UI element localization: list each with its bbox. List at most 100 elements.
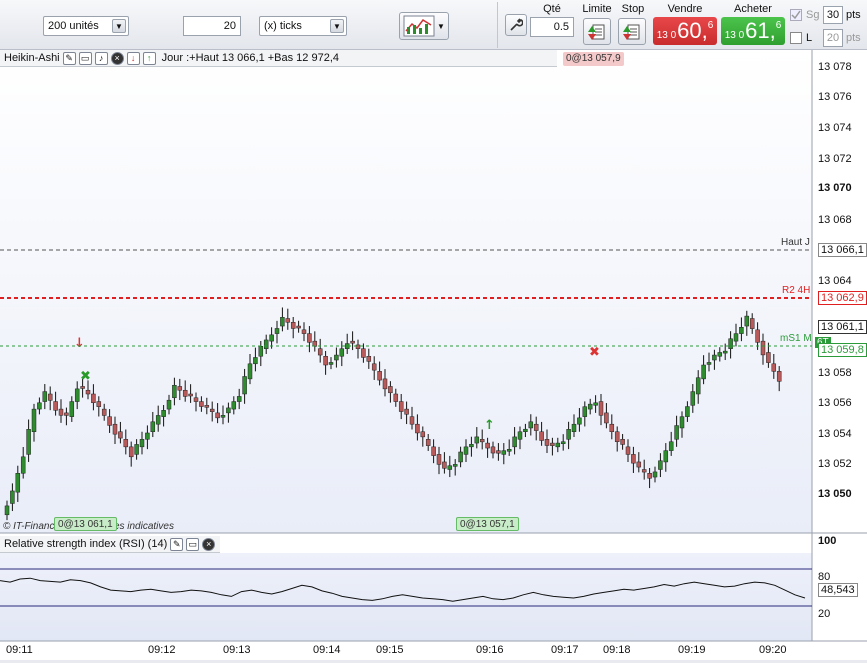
ticks-input[interactable]: 20 [183, 16, 241, 36]
candle-up [339, 348, 345, 357]
candle-up [253, 357, 258, 365]
time-axis-label: 09:18 [603, 644, 631, 656]
candle-down [118, 431, 123, 439]
price-axis-label: 13 058 [818, 367, 852, 379]
candle-up [134, 444, 139, 455]
chart-title-bar: Heikin-Ashi ✎ ▭ ♪ × ↓ ↑ Jour :+Haut 13 0… [0, 50, 557, 67]
candle-down [382, 378, 388, 390]
buy-button[interactable]: 13 0 61, 6 [721, 17, 785, 45]
candle-up [571, 423, 577, 433]
candle-up [274, 328, 280, 334]
time-axis-label: 09:15 [376, 644, 404, 656]
candle-down [609, 423, 615, 433]
rsi-pane-background [0, 553, 812, 641]
buy-arrow-icon[interactable]: ↑ [142, 51, 156, 65]
candle-up [139, 439, 145, 448]
candle-down [215, 412, 220, 419]
limit-label: Limite [582, 3, 612, 15]
l-points-input[interactable]: 20 [823, 29, 843, 47]
rsi-axis-label: 80 [818, 571, 831, 583]
sell-button[interactable]: 13 0 60, 6 [653, 17, 717, 45]
candle-down [409, 416, 415, 425]
window-icon[interactable]: ▭ [186, 537, 200, 551]
candle-down [749, 318, 755, 329]
stop-order-button[interactable] [618, 18, 646, 45]
candle-down [420, 431, 426, 438]
close-icon[interactable]: × [202, 537, 216, 551]
stop-label: Stop [621, 3, 645, 15]
price-axis-label: 13 052 [818, 458, 852, 470]
candle-down [80, 386, 85, 389]
sg-points-input[interactable]: 30 [823, 6, 843, 24]
sell-cross-icon: ✖ [589, 345, 600, 360]
wrench-icon[interactable]: ✎ [62, 51, 76, 65]
ticks-unit-value: (x) ticks [264, 20, 302, 32]
candle-up [31, 408, 37, 433]
candle-up [20, 456, 26, 474]
candle-down [377, 371, 382, 381]
candle-down [620, 439, 625, 445]
close-icon[interactable]: × [110, 51, 124, 65]
candle-up [717, 352, 723, 357]
l-checkbox[interactable] [790, 32, 802, 44]
limit-order-button[interactable] [583, 18, 611, 45]
chart-area[interactable]: ↓ ✖ ↑ ✖ [0, 50, 867, 660]
window-icon[interactable]: ▭ [78, 51, 92, 65]
candle-down [209, 408, 215, 412]
candle-down [755, 329, 760, 343]
candle-down [404, 408, 409, 415]
time-axis-label: 09:19 [678, 644, 706, 656]
sell-label: Vendre [667, 3, 703, 15]
candle-down [204, 405, 210, 408]
candle-down [539, 431, 544, 441]
sg-checkbox[interactable] [790, 9, 802, 21]
pts-label-1: pts [846, 9, 861, 21]
ticks-unit-select[interactable]: (x) ticks ▼ [259, 16, 347, 36]
candle-up [236, 396, 242, 402]
qty-input[interactable]: 0.5 [530, 17, 574, 37]
candle-down [350, 340, 355, 344]
candle-down [614, 431, 620, 442]
buy-price-main: 61, [745, 18, 776, 43]
chevron-down-icon[interactable]: ▼ [112, 19, 126, 33]
candle-down [193, 397, 199, 402]
candle-down [301, 329, 307, 334]
sell-arrow-icon[interactable]: ↓ [126, 51, 140, 65]
candle-up [506, 449, 512, 452]
chart-style-icon [403, 15, 435, 37]
candle-up [247, 363, 253, 380]
candle-down [436, 454, 442, 465]
buy-label: Acheter [734, 3, 772, 15]
trading-toolbar: 200 unités ▼ 20 (x) ticks ▼ ▼ Qté 0.5 Li… [0, 0, 867, 50]
bell-icon[interactable]: ♪ [94, 51, 108, 65]
candle-up [145, 432, 150, 440]
wrench-icon[interactable]: ✎ [170, 537, 184, 551]
candle-up [739, 327, 744, 334]
price-chart-svg[interactable]: ↓ ✖ ↑ ✖ [0, 50, 867, 660]
candle-up [447, 465, 453, 470]
candle-down [361, 348, 366, 358]
sell-price-sup: 6 [707, 20, 714, 31]
settings-wrench-button[interactable] [505, 14, 527, 36]
price-axis-label: 13 050 [818, 488, 852, 500]
candle-up [706, 362, 712, 365]
candle-up [722, 350, 728, 354]
chevron-down-icon[interactable]: ▼ [330, 19, 344, 33]
units-select[interactable]: 200 unités ▼ [43, 16, 129, 36]
candle-down [307, 333, 312, 343]
buy-signal-icon: ↑ [484, 418, 495, 433]
r2-label: R2 4H [782, 285, 811, 296]
candle-up [42, 391, 48, 402]
candle-down [323, 356, 328, 366]
candle-up [674, 425, 679, 440]
chart-type-button[interactable]: ▼ [399, 12, 449, 40]
price-axis-label: 13 061,1 [818, 320, 867, 334]
candle-up [593, 402, 598, 406]
price-axis-label: 13 074 [818, 122, 852, 134]
bottom-position-tag-mid: 0@13 057,1 [456, 517, 519, 531]
candle-up [166, 399, 172, 410]
top-position-tag: 0@13 057,9 [563, 52, 624, 66]
candle-down [766, 352, 771, 363]
rsi-title-bar: Relative strength index (RSI) (14) ✎ ▭ × [0, 536, 220, 553]
price-axis-label: 13 070 [818, 182, 852, 194]
